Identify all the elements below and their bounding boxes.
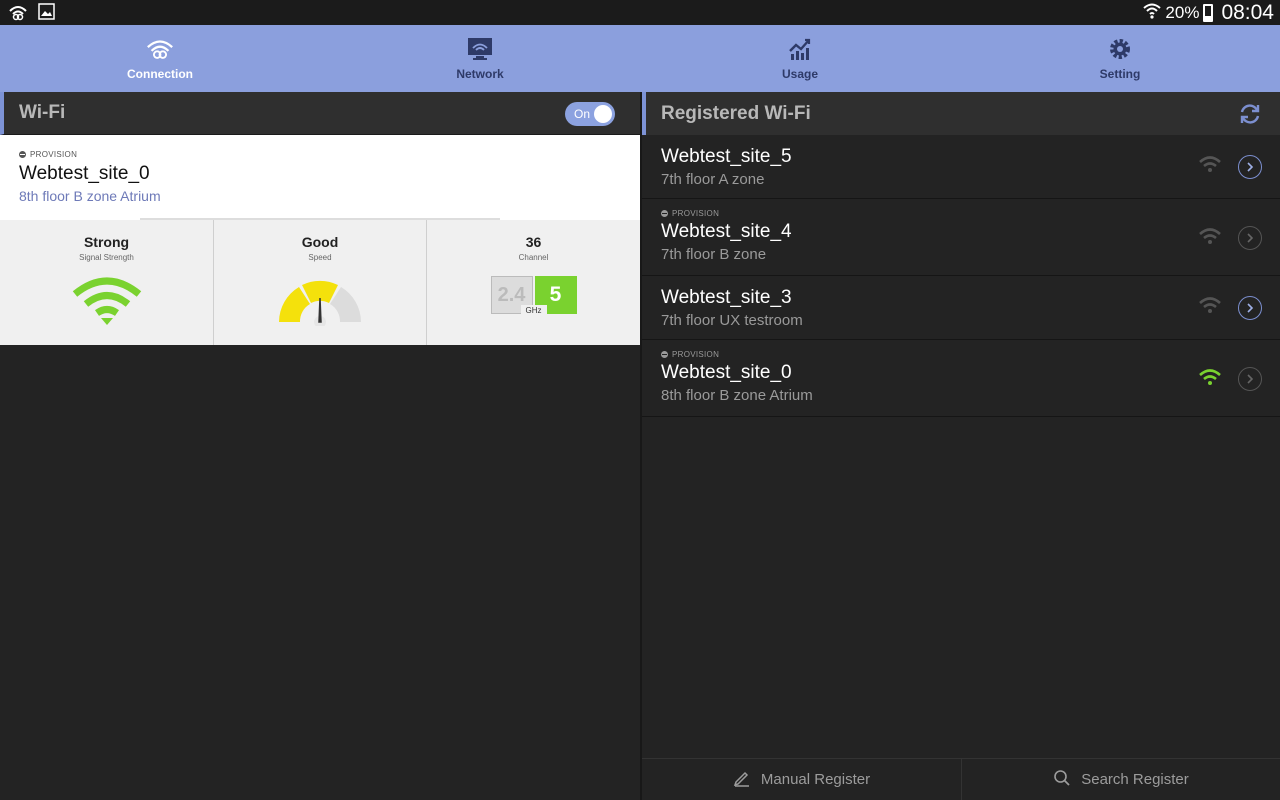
wifi-signal-icon — [1198, 155, 1222, 178]
manual-register-label: Manual Register — [760, 771, 871, 788]
search-register-label: Search Register — [1081, 771, 1189, 788]
panel-title: Registered Wi-Fi — [661, 102, 811, 124]
manual-register-button[interactable]: Manual Register — [642, 759, 961, 800]
chevron-right-icon[interactable] — [1238, 226, 1262, 250]
channel-stat: 36 Channel 2.4 5 GHz — [426, 220, 640, 345]
tab-connection[interactable]: Connection — [0, 25, 320, 92]
wifi-panel: Wi-Fi On PROVISION Webtest_site_0 8th fl… — [0, 92, 640, 800]
network-ssid: Webtest_site_3 — [661, 287, 792, 308]
panel-title: Wi-Fi — [19, 102, 66, 123]
search-register-button[interactable]: Search Register — [961, 759, 1280, 800]
registered-header: Registered Wi-Fi — [642, 92, 1280, 135]
list-item[interactable]: PROVISION Webtest_site_0 8th floor B zon… — [642, 340, 1280, 417]
toggle-label: On — [574, 107, 591, 121]
provision-label: PROVISION — [672, 350, 720, 359]
wifi-toggle[interactable]: On — [565, 102, 615, 126]
list-item[interactable]: PROVISION Webtest_site_4 7th floor B zon… — [642, 199, 1280, 276]
provision-tag: PROVISION — [661, 209, 792, 218]
monitor-icon — [465, 35, 495, 63]
wifi-signal-icon — [71, 276, 143, 331]
frequency-band: 2.4 5 GHz — [490, 276, 577, 316]
chevron-right-icon[interactable] — [1238, 296, 1262, 320]
band-unit: GHz — [520, 305, 547, 316]
connection-stats: Strong Signal Strength Good Speed 36 Cha… — [0, 220, 640, 345]
speed-stat: Good Speed — [213, 220, 426, 345]
wifi-panel-header: Wi-Fi On — [0, 92, 640, 135]
chevron-right-icon[interactable] — [1238, 155, 1262, 179]
provision-label: PROVISION — [672, 209, 720, 218]
wifi-signal-icon — [1198, 227, 1222, 250]
registered-wifi-panel: Registered Wi-Fi Webtest_site_5 7th floo… — [640, 92, 1280, 800]
refresh-icon[interactable] — [1238, 102, 1262, 126]
network-ssid: Webtest_site_0 — [661, 362, 792, 383]
network-location: 8th floor B zone Atrium — [661, 387, 813, 404]
provision-label: PROVISION — [30, 150, 78, 159]
tab-network[interactable]: Network — [320, 25, 640, 92]
battery-percent: 20% — [1165, 3, 1200, 22]
network-ssid: Webtest_site_5 — [661, 146, 792, 167]
wifi-signal-icon — [1198, 296, 1222, 319]
signal-value: Strong — [83, 234, 130, 250]
speed-value: Good — [301, 234, 339, 250]
list-item[interactable]: Webtest_site_5 7th floor A zone — [642, 135, 1280, 199]
current-ssid: Webtest_site_0 — [19, 163, 150, 184]
clock: 08:04 — [1221, 1, 1274, 24]
channel-label: Channel — [518, 253, 549, 262]
network-location: 7th floor B zone — [661, 246, 767, 263]
tab-label: Connection — [127, 67, 193, 81]
wifi-link-notification-icon — [8, 3, 28, 26]
tab-usage[interactable]: Usage — [640, 25, 960, 92]
chevron-right-icon[interactable] — [1238, 367, 1262, 391]
connection-icon — [145, 35, 175, 63]
list-item[interactable]: Webtest_site_3 7th floor UX testroom — [642, 276, 1280, 340]
speed-gauge-icon — [275, 276, 365, 331]
tab-label: Network — [456, 67, 504, 81]
pencil-icon — [733, 769, 751, 791]
channel-value: 36 — [525, 234, 542, 250]
network-ssid: Webtest_site_4 — [661, 221, 792, 242]
provision-tag: PROVISION — [661, 350, 813, 359]
provision-icon — [661, 351, 668, 358]
current-network-card[interactable]: PROVISION Webtest_site_0 8th floor B zon… — [0, 135, 640, 220]
provision-tag: PROVISION — [19, 150, 640, 159]
current-location: 8th floor B zone Atrium — [19, 188, 161, 204]
signal-stat: Strong Signal Strength — [0, 220, 213, 345]
provision-icon — [19, 151, 26, 158]
battery-icon — [1203, 4, 1214, 22]
gear-icon — [1105, 35, 1135, 63]
tab-bar: Connection Network Usage Setting — [0, 25, 1280, 92]
register-actions: Manual Register Search Register — [642, 758, 1280, 800]
speed-label: Speed — [308, 253, 332, 262]
gallery-notification-icon — [38, 3, 55, 26]
signal-label: Signal Strength — [79, 253, 134, 262]
network-location: 7th floor UX testroom — [661, 312, 803, 329]
tab-label: Setting — [1099, 67, 1141, 81]
wifi-status-icon — [1143, 2, 1162, 25]
toggle-knob — [594, 105, 612, 123]
provision-icon — [661, 210, 668, 217]
network-location: 7th floor A zone — [661, 171, 765, 188]
status-bar: 20% 08:04 — [0, 0, 1280, 25]
tab-label: Usage — [781, 67, 819, 81]
wifi-connected-icon — [1198, 368, 1222, 391]
search-icon — [1053, 769, 1071, 791]
tab-setting[interactable]: Setting — [960, 25, 1280, 92]
chart-icon — [785, 35, 815, 63]
